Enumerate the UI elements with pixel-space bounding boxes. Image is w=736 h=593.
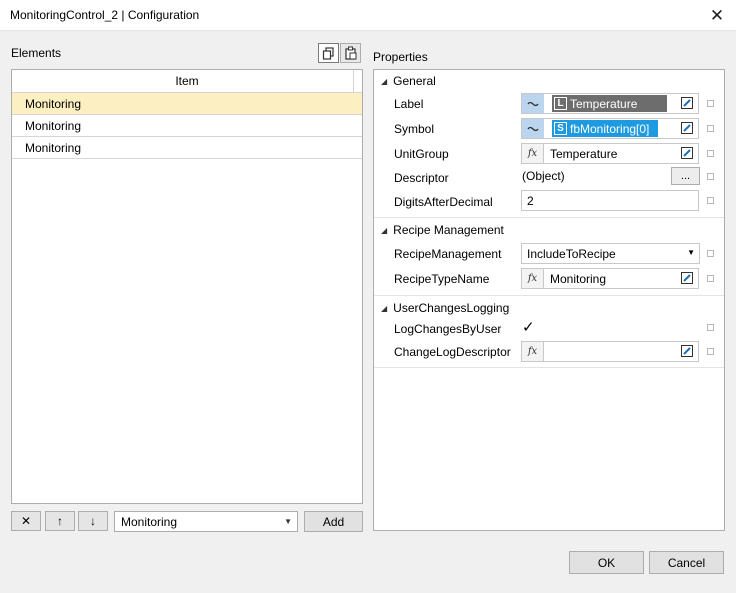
delete-element-button[interactable]: ✕ [11,511,41,531]
title-bar: MonitoringControl_2 | Configuration ✕ [0,0,736,31]
link-icon[interactable] [522,119,544,138]
symbol-badge-icon: S [554,122,567,135]
list-item-label: Monitoring [25,140,82,155]
prop-label-name: Label [394,97,424,111]
digits-value: 2 [527,194,534,208]
function-icon[interactable]: fx [522,144,544,163]
recipemanagement-select[interactable]: IncludeToRecipe ▼ [521,243,700,264]
window-title: MonitoringControl_2 | Configuration [10,8,200,22]
elements-label: Elements [11,46,62,60]
properties-label: Properties [373,50,428,64]
ellipsis-icon: ... [680,170,691,182]
ok-label: OK [597,555,616,570]
recipetypename-value: Monitoring [550,272,607,286]
link-icon[interactable] [522,94,544,113]
collapse-icon[interactable]: ◢ [381,304,387,313]
group-title-recipe: Recipe Management [393,223,504,237]
column-header-item: Item [175,74,199,88]
descriptor-browse-button[interactable]: ... [671,167,700,185]
add-label: Add [322,514,345,529]
digits-field[interactable]: 2 [521,190,699,211]
properties-grid: ◢ General Label L Temperature Symbol S f… [373,69,725,531]
arrow-down-icon: ↓ [90,514,96,528]
recipemanagement-value: IncludeToRecipe [527,247,616,261]
descriptor-value: (Object) [522,169,565,183]
recipetypename-field[interactable]: fx Monitoring [521,268,699,289]
symbol-field[interactable]: S fbMonitoring[0] [521,118,699,139]
reset-indicator[interactable] [707,348,714,355]
label-chip: L Temperature [552,95,667,112]
prop-logchanges-name: LogChangesByUser [394,322,502,336]
cancel-label: Cancel [667,555,706,570]
reset-indicator[interactable] [707,125,714,132]
paste-button[interactable] [340,43,361,63]
label-value: Temperature [570,96,638,111]
list-item[interactable]: Monitoring [12,137,362,159]
elements-list: Item Monitoring Monitoring Monitoring [11,69,363,504]
edit-icon[interactable] [678,270,695,286]
element-type-select[interactable]: Monitoring ▼ [114,511,298,532]
group-title-general: General [393,74,436,88]
changelog-field[interactable]: fx [521,341,699,362]
list-item[interactable]: Monitoring [12,115,362,137]
prop-descriptor-name: Descriptor [394,171,449,185]
prop-digits-name: DigitsAfterDecimal [394,195,493,209]
header-divider [353,70,354,93]
prop-unitgroup-name: UnitGroup [394,147,449,161]
list-item-label: Monitoring [25,96,82,111]
group-divider [374,217,724,218]
reset-indicator[interactable] [707,173,714,180]
function-icon[interactable]: fx [522,269,544,288]
prop-recipemanagement-name: RecipeManagement [394,247,502,261]
unitgroup-value: Temperature [550,147,618,161]
symbol-value: fbMonitoring[0] [570,121,650,136]
chevron-down-icon: ▼ [687,248,695,257]
prop-recipetypename-name: RecipeTypeName [394,272,490,286]
delete-icon: ✕ [20,514,32,528]
arrow-up-icon: ↑ [57,514,63,528]
cancel-button[interactable]: Cancel [649,551,724,574]
prop-symbol-name: Symbol [394,122,435,136]
reset-indicator[interactable] [707,150,714,157]
group-logging[interactable]: ◢ UserChangesLogging [374,297,724,319]
label-badge-icon: L [554,97,567,110]
ok-button[interactable]: OK [569,551,644,574]
unitgroup-field[interactable]: fx Temperature [521,143,699,164]
reset-indicator[interactable] [707,250,714,257]
group-recipe[interactable]: ◢ Recipe Management [374,219,724,241]
list-header: Item [12,70,362,93]
group-divider [374,367,724,368]
collapse-icon[interactable]: ◢ [381,226,387,235]
label-field[interactable]: L Temperature [521,93,699,114]
paste-icon [344,46,356,60]
chevron-down-icon: ▼ [284,517,292,526]
edit-icon[interactable] [678,120,695,136]
element-type-value: Monitoring [121,514,178,529]
group-general[interactable]: ◢ General [374,70,724,92]
group-title-logging: UserChangesLogging [393,301,510,315]
move-up-button[interactable]: ↑ [45,511,75,531]
add-element-button[interactable]: Add [304,511,363,532]
close-icon: ✕ [709,5,725,25]
edit-icon[interactable] [678,95,695,111]
symbol-chip: S fbMonitoring[0] [552,120,658,137]
reset-indicator[interactable] [707,324,714,331]
list-item-label: Monitoring [25,118,82,133]
list-item[interactable]: Monitoring [12,93,362,115]
function-icon[interactable]: fx [522,342,544,361]
reset-indicator[interactable] [707,197,714,204]
edit-icon[interactable] [678,343,695,359]
copy-icon [322,46,334,60]
collapse-icon[interactable]: ◢ [381,77,387,86]
prop-changelog-name: ChangeLogDescriptor [394,345,511,359]
move-down-button[interactable]: ↓ [78,511,108,531]
edit-icon[interactable] [678,145,695,161]
copy-button[interactable] [318,43,339,63]
group-divider [374,295,724,296]
reset-indicator[interactable] [707,100,714,107]
logchanges-checkbox[interactable]: ✓ [522,318,535,336]
reset-indicator[interactable] [707,275,714,282]
close-button[interactable]: ✕ [698,0,736,31]
